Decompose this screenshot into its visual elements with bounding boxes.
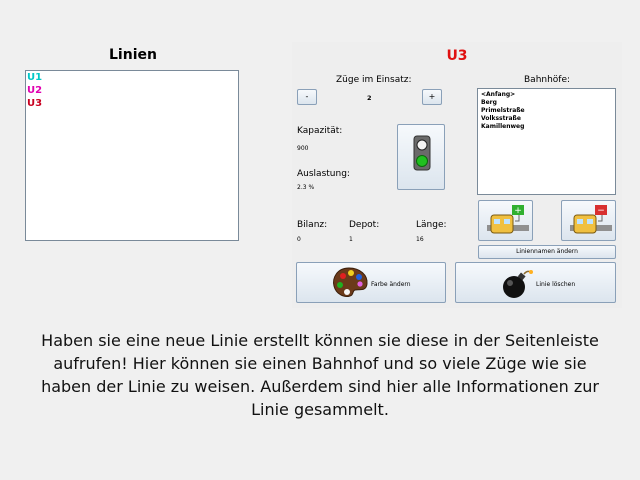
balance-label: Bilanz: [297,220,328,230]
change-color-button[interactable]: Farbe ändern [296,262,446,303]
signal-button[interactable] [397,124,445,190]
remove-train-button[interactable]: − [561,200,616,241]
list-item-u1[interactable]: U1 [26,71,238,84]
list-item[interactable]: Primelstraße [481,107,612,115]
list-item[interactable]: Berg [481,99,612,107]
delete-line-label: Linie löschen [536,281,576,288]
list-item-u3[interactable]: U3 [26,97,238,110]
depot-value: 1 [349,236,353,243]
list-item[interactable]: Kamillenweg [481,123,612,131]
load-label: Auslastung: [297,169,350,179]
palette-icon [333,267,368,297]
tutorial-caption: Haben sie eine neue Linie erstellt könne… [41,331,599,419]
list-item-u2[interactable]: U2 [26,84,238,97]
depot-label: Depot: [349,220,380,230]
line-title: U3 [446,48,468,64]
stations-label: Bahnhöfe: [524,75,571,85]
bomb-icon [503,270,533,298]
load-value: 2.3 % [297,184,315,191]
decrease-trains-button[interactable]: - [297,89,317,105]
trains-value: 2 [367,94,372,102]
train-minus-icon: − [570,205,612,234]
trains-label: Züge im Einsatz: [336,75,412,85]
svg-text:−: − [597,206,605,216]
list-item[interactable]: Volksstraße [481,115,612,123]
traffic-light-icon [413,135,431,171]
lines-list[interactable]: U1 U2 U3 [25,70,239,241]
delete-line-button[interactable]: Linie löschen [455,262,616,303]
length-value: 16 [416,236,424,243]
capacity-value: 900 [297,145,309,152]
rename-line-button[interactable]: Liniennamen ändern [478,245,616,259]
add-train-button[interactable]: + [478,200,533,241]
lines-panel-title: Linien [109,47,157,63]
train-plus-icon: + [487,205,529,234]
svg-text:+: + [514,206,522,216]
balance-value: 0 [297,236,301,243]
length-label: Länge: [416,220,447,230]
list-item[interactable]: <Anfang> [481,91,612,99]
change-color-label: Farbe ändern [371,281,411,288]
increase-trains-button[interactable]: + [422,89,442,105]
capacity-label: Kapazität: [297,126,343,136]
stations-list[interactable]: <Anfang> Berg Primelstraße Volksstraße K… [477,88,616,195]
